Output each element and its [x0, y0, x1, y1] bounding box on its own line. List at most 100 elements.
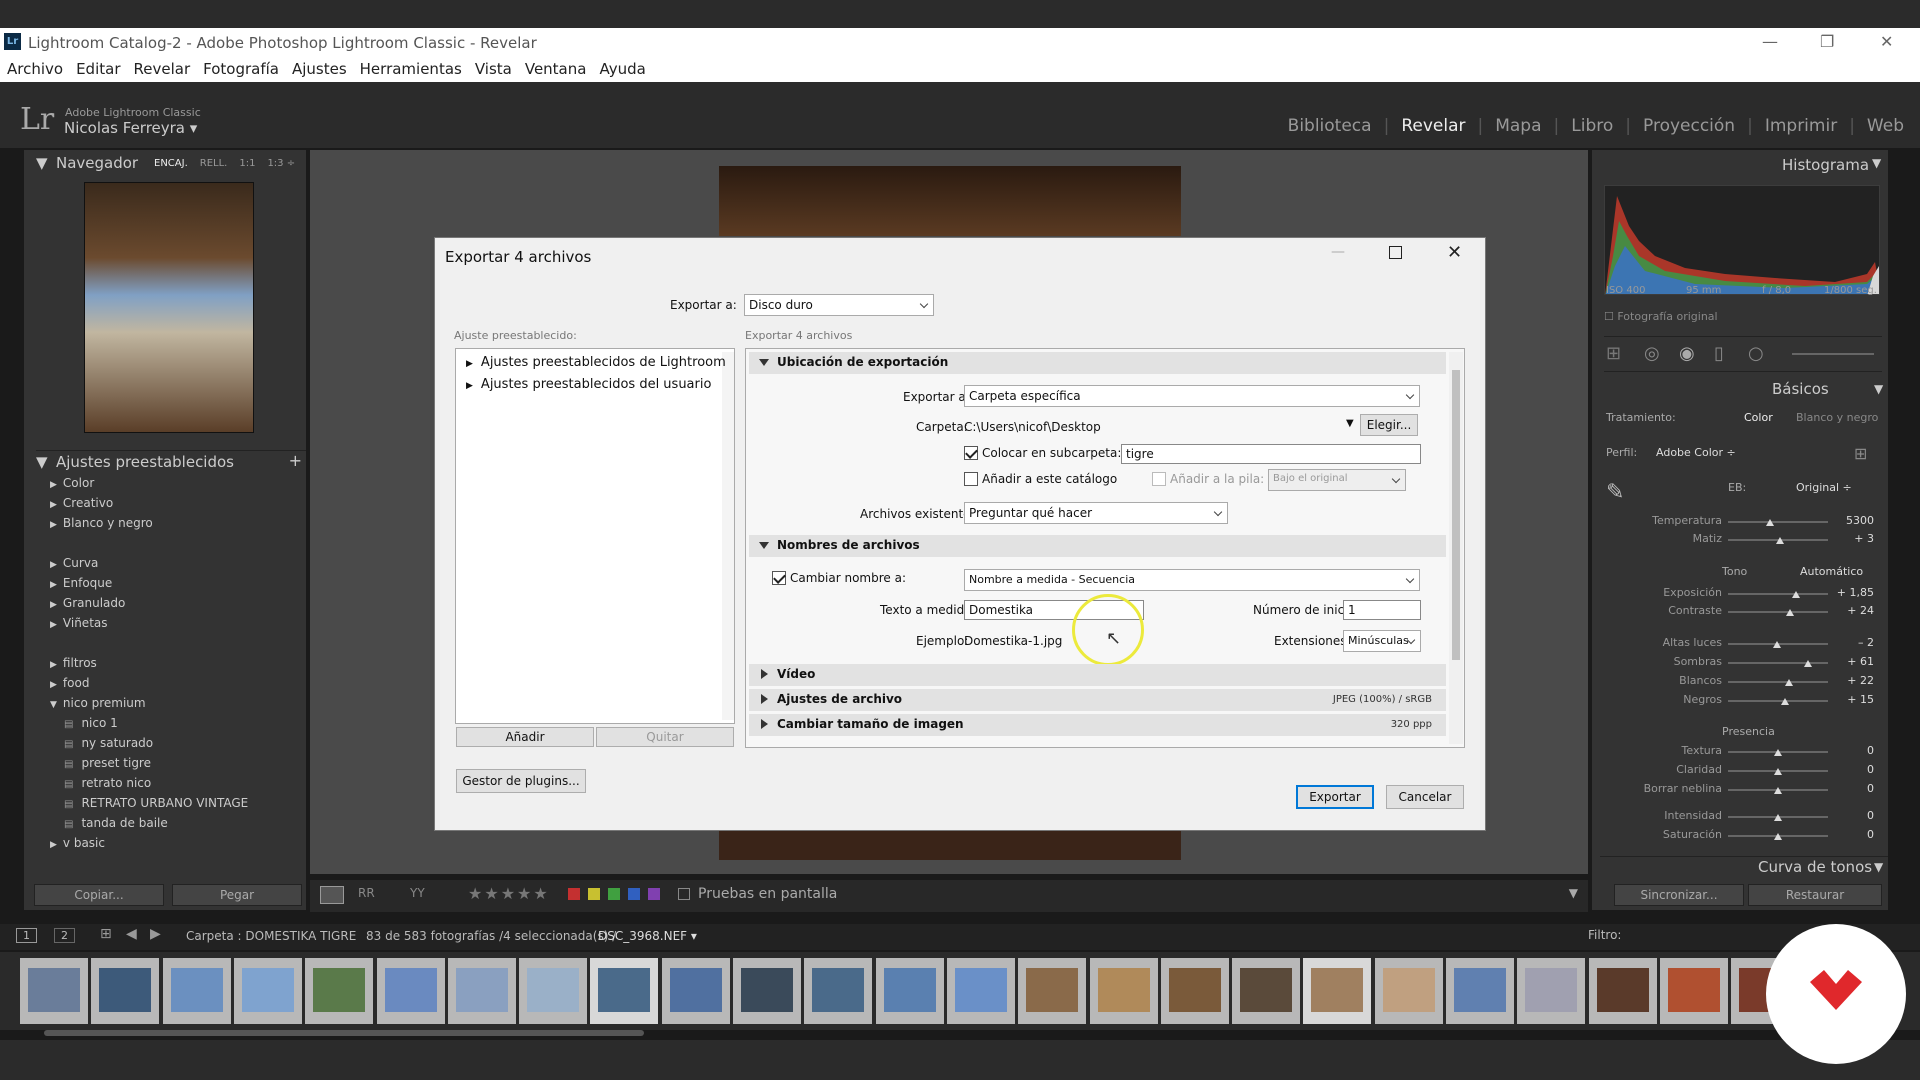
label-yellow[interactable]: [588, 888, 600, 900]
menu-item-2[interactable]: Revelar: [134, 60, 191, 78]
slider-value-4[interactable]: – 2: [1834, 636, 1874, 649]
slider-track-0[interactable]: [1728, 521, 1828, 523]
redeye-icon[interactable]: ◉: [1679, 343, 1695, 364]
slider-knob-2[interactable]: [1792, 591, 1800, 598]
brush-slider[interactable]: [1792, 353, 1874, 355]
slider-value-0[interactable]: 5300: [1834, 514, 1874, 527]
dialog-preset-group-1[interactable]: ▶ Ajustes preestablecidos del usuario: [466, 377, 711, 392]
slider-value-6[interactable]: + 22: [1834, 674, 1874, 687]
menu-item-1[interactable]: Editar: [76, 60, 120, 78]
slider-value-9[interactable]: 0: [1834, 763, 1874, 776]
filmstrip-thumb[interactable]: [1232, 958, 1300, 1024]
navigator-header[interactable]: ▼ Navegador ENCAJ. RELL. 1:1 1:3 ÷: [36, 154, 312, 174]
preset-group-2[interactable]: ▶ Blanco y negro: [50, 516, 153, 530]
dialog-maximize-icon[interactable]: [1389, 246, 1402, 259]
preset-item-4[interactable]: ▤ RETRATO URBANO VINTAGE: [64, 796, 248, 810]
filmstrip-thumb[interactable]: [947, 958, 1015, 1024]
navigator-zoom-0[interactable]: ENCAJ.: [154, 158, 188, 169]
preset-group-8[interactable]: ▶ food: [50, 676, 89, 690]
menu-item-3[interactable]: Fotografía: [203, 60, 279, 78]
label-red[interactable]: [568, 888, 580, 900]
proof-checkbox[interactable]: [678, 888, 690, 900]
slider-knob-10[interactable]: [1774, 787, 1782, 794]
section-resize[interactable]: Cambiar tamaño de imagen 320 ppp: [749, 714, 1446, 736]
add-preset-button[interactable]: Añadir: [456, 727, 594, 747]
slider-knob-6[interactable]: [1785, 679, 1793, 686]
filmstrip-thumb[interactable]: [1375, 958, 1443, 1024]
location-export-to-select[interactable]: Carpeta específica: [964, 385, 1420, 407]
wb-select[interactable]: Original ÷: [1796, 481, 1852, 494]
preset-group-5[interactable]: ▶ Granulado: [50, 596, 125, 610]
module-tab-6[interactable]: Web: [1867, 116, 1904, 136]
presets-header[interactable]: ▼ Ajustes preestablecidos +: [36, 450, 306, 472]
filmstrip-thumb[interactable]: [1660, 958, 1728, 1024]
preset-group-1[interactable]: ▶ Creativo: [50, 496, 113, 510]
slider-knob-0[interactable]: [1766, 519, 1774, 526]
navigator-preview[interactable]: [84, 182, 254, 433]
preset-item-1[interactable]: ▤ ny saturado: [64, 736, 153, 750]
module-tab-0[interactable]: Biblioteca: [1288, 116, 1372, 136]
slider-track-5[interactable]: [1728, 662, 1828, 664]
folder-dropdown-icon[interactable]: ▼: [1346, 418, 1354, 429]
label-purple[interactable]: [648, 888, 660, 900]
add-preset-icon[interactable]: +: [289, 451, 302, 470]
loupe-view-icon[interactable]: [320, 886, 344, 904]
filmstrip-thumb[interactable]: [1090, 958, 1158, 1024]
add-stack-checkbox[interactable]: [1152, 472, 1166, 486]
before-after-icon[interactable]: RR: [358, 886, 375, 900]
preset-group-6[interactable]: ▶ Viñetas: [50, 616, 108, 630]
module-tab-4[interactable]: Proyección: [1643, 116, 1735, 136]
slider-value-12[interactable]: 0: [1834, 828, 1874, 841]
slider-value-1[interactable]: + 3: [1834, 532, 1874, 545]
crop-icon[interactable]: ⊞: [1606, 343, 1621, 364]
rename-checkbox[interactable]: [772, 571, 786, 585]
slider-knob-11[interactable]: [1774, 814, 1782, 821]
minimize-icon[interactable]: —: [1762, 32, 1778, 51]
filmstrip-thumb[interactable]: [519, 958, 587, 1024]
before-after-split-icon[interactable]: YY: [410, 886, 425, 900]
slider-knob-7[interactable]: [1781, 698, 1789, 705]
filmstrip-thumb[interactable]: [1161, 958, 1229, 1024]
slider-value-10[interactable]: 0: [1834, 782, 1874, 795]
filmstrip-thumb[interactable]: [1446, 958, 1514, 1024]
export-button[interactable]: Exportar: [1296, 785, 1374, 809]
menu-item-0[interactable]: Archivo: [7, 60, 63, 78]
main-window-button[interactable]: 1: [16, 928, 37, 943]
label-blue[interactable]: [628, 888, 640, 900]
dialog-preset-group-0[interactable]: ▶ Ajustes preestablecidos de Lightroom: [466, 355, 726, 370]
module-tab-2[interactable]: Mapa: [1495, 116, 1541, 136]
preset-item-3[interactable]: ▤ retrato nico: [64, 776, 151, 790]
plugin-manager-button[interactable]: Gestor de plugins...: [456, 769, 586, 793]
preset-group-4[interactable]: ▶ Enfoque: [50, 576, 112, 590]
paste-settings-button[interactable]: Pegar: [172, 884, 302, 906]
forward-arrow-icon[interactable]: ▶: [150, 926, 161, 942]
slider-knob-3[interactable]: [1786, 609, 1794, 616]
choose-folder-button[interactable]: Elegir...: [1360, 414, 1418, 436]
preset-group-7[interactable]: ▶ filtros: [50, 656, 97, 670]
restore-icon[interactable]: ❐: [1820, 32, 1834, 51]
profile-select[interactable]: Adobe Color ÷: [1656, 446, 1736, 459]
dialog-minimize-icon[interactable]: —: [1331, 244, 1345, 260]
profile-browser-icon[interactable]: ⊞: [1854, 444, 1867, 463]
slider-track-6[interactable]: [1728, 681, 1828, 683]
close-icon[interactable]: ✕: [1880, 32, 1893, 51]
preset-item-2[interactable]: ▤ preset tigre: [64, 756, 151, 770]
slider-value-2[interactable]: + 1,85: [1834, 586, 1874, 599]
extensions-select[interactable]: Minúsculas: [1343, 630, 1421, 652]
graduated-filter-icon[interactable]: ▯: [1714, 343, 1724, 364]
menu-item-7[interactable]: Ventana: [525, 60, 587, 78]
subfolder-input[interactable]: tigre: [1121, 444, 1421, 464]
radial-filter-icon[interactable]: ○: [1748, 343, 1764, 364]
menu-item-5[interactable]: Herramientas: [360, 60, 462, 78]
slider-value-8[interactable]: 0: [1834, 744, 1874, 757]
reset-button[interactable]: Restaurar: [1748, 884, 1882, 906]
slider-track-7[interactable]: [1728, 700, 1828, 702]
filmstrip-thumb[interactable]: [1517, 958, 1585, 1024]
slider-track-3[interactable]: [1728, 611, 1828, 613]
filmstrip-thumb[interactable]: [1018, 958, 1086, 1024]
user-name[interactable]: Nicolas Ferreyra ▾: [64, 119, 197, 137]
treatment-bw[interactable]: Blanco y negro: [1796, 411, 1878, 424]
preset-group-last[interactable]: ▶ v basic: [50, 836, 105, 850]
label-green[interactable]: [608, 888, 620, 900]
start-number-input[interactable]: 1: [1343, 600, 1421, 620]
